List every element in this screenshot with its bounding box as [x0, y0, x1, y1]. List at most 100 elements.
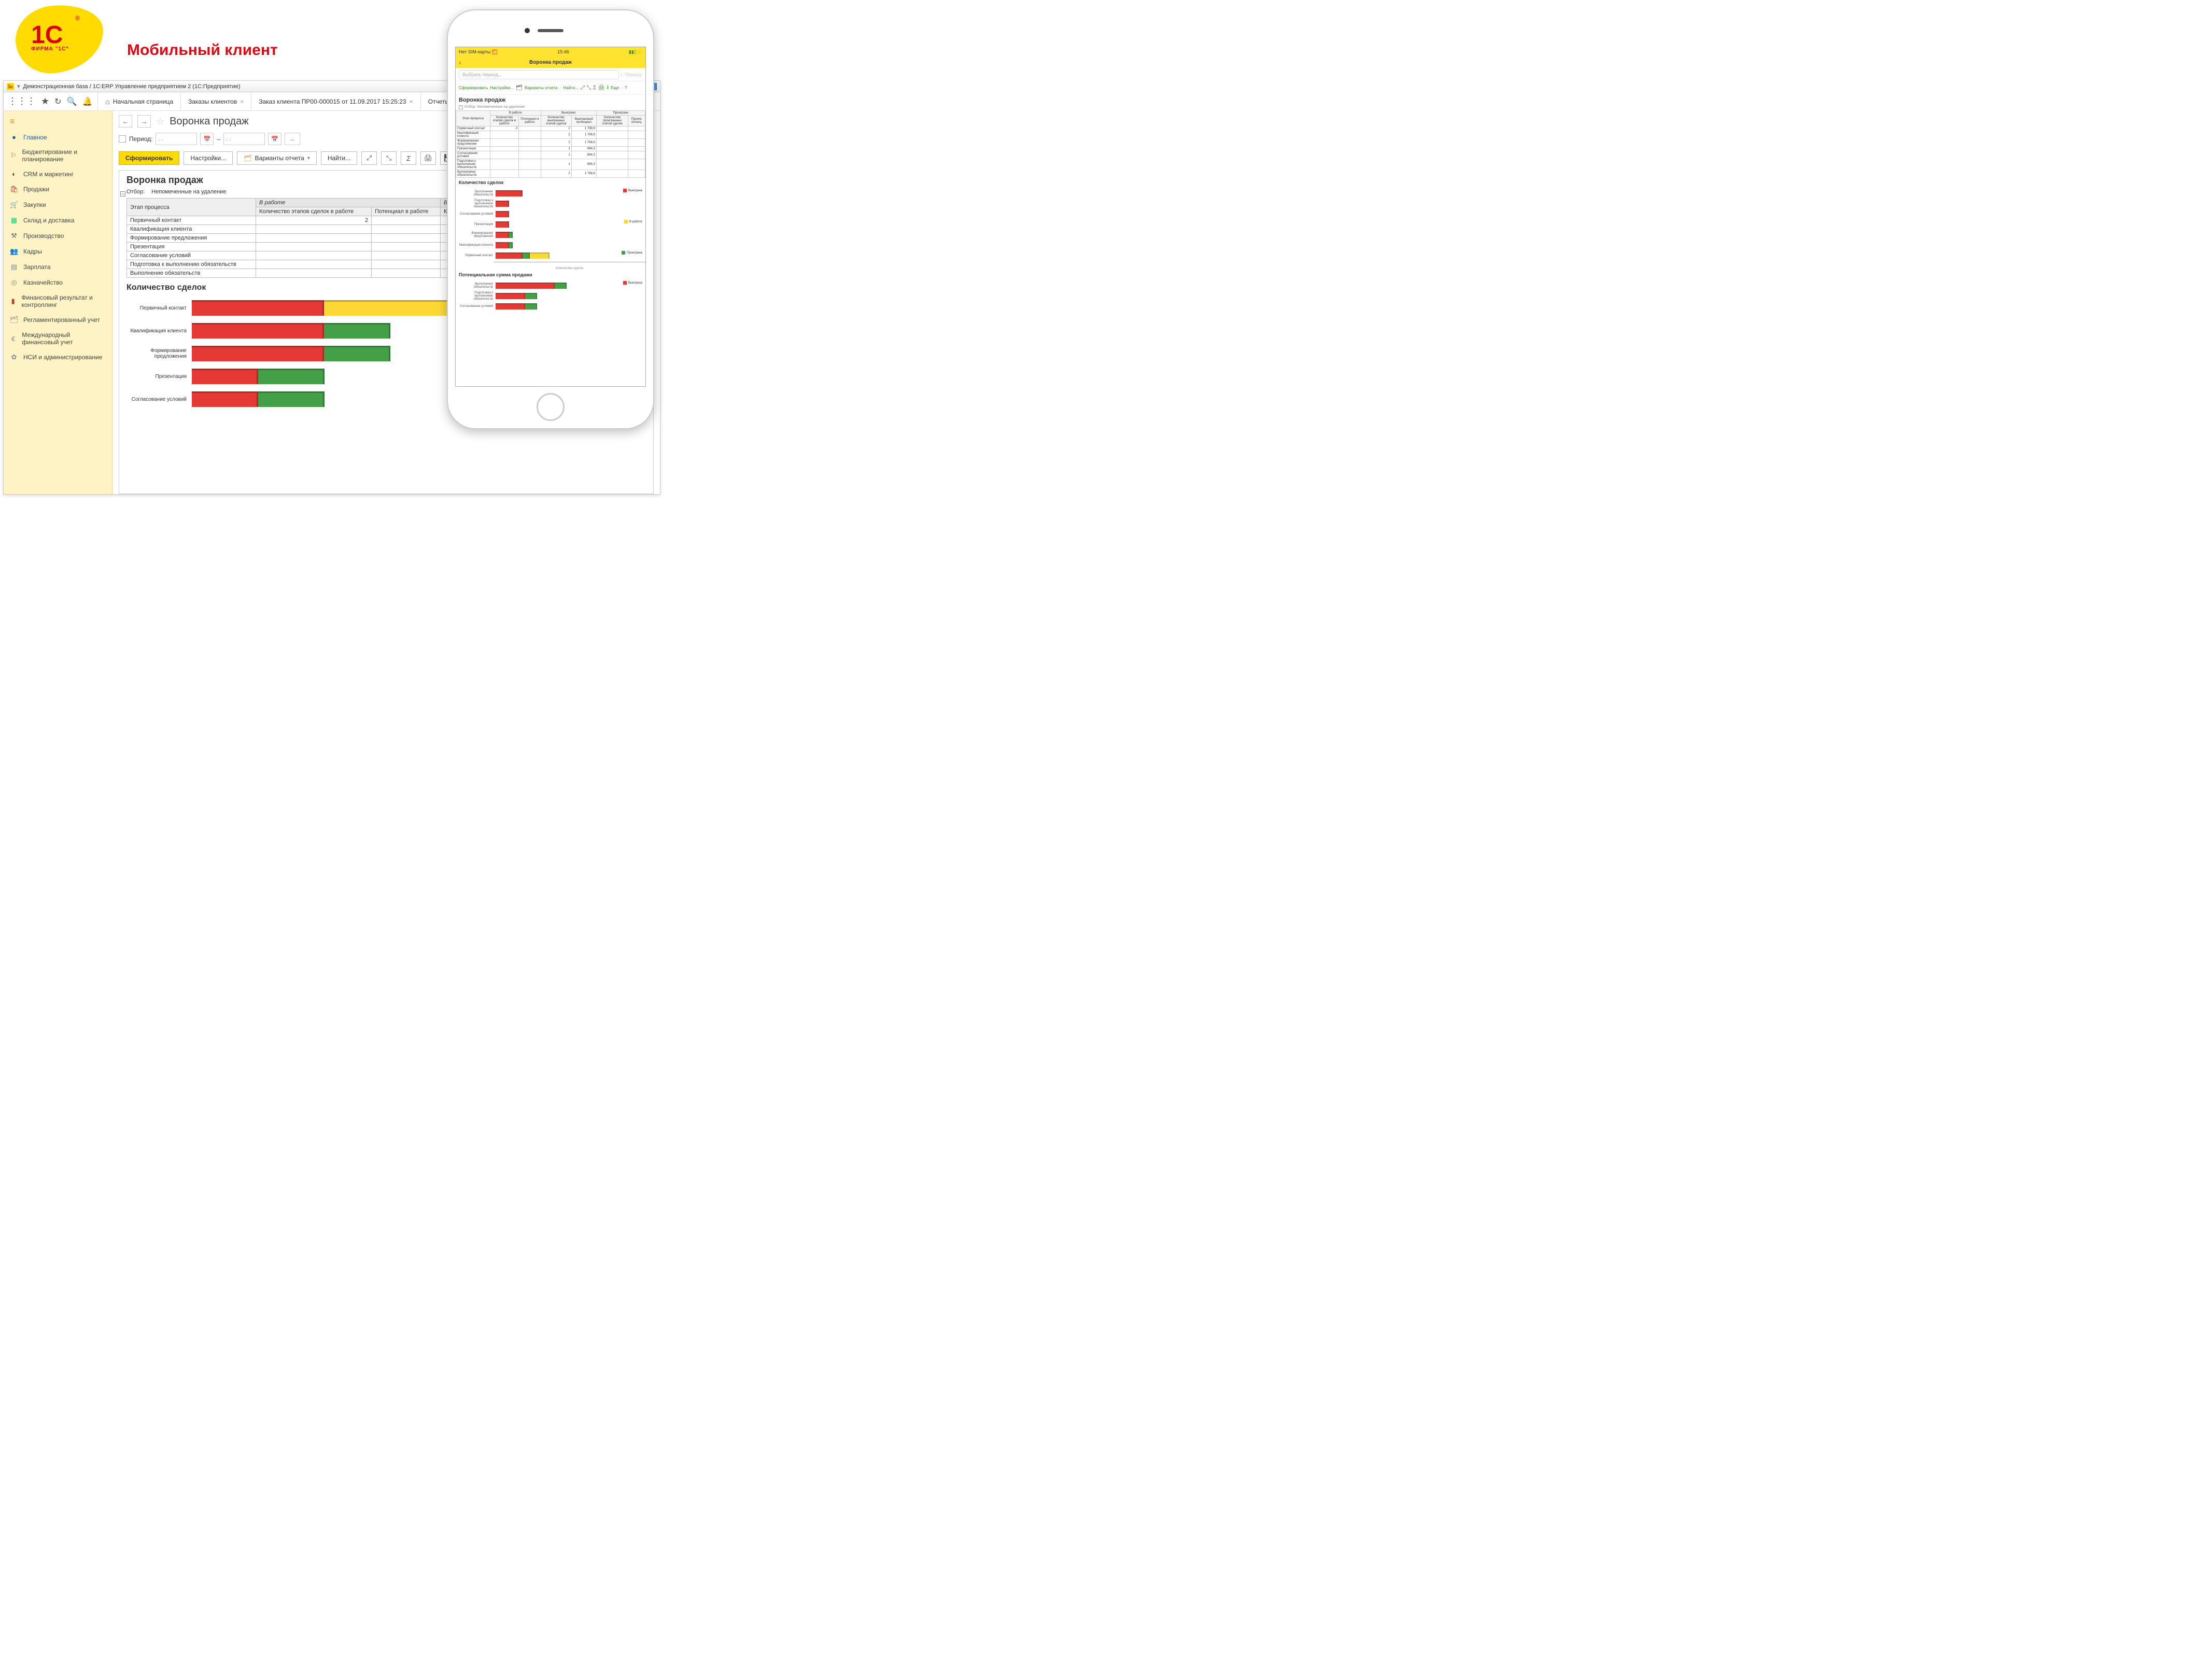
notifications-icon[interactable]: 🔔 [82, 96, 92, 107]
settings-button[interactable]: Настройки... [184, 151, 233, 165]
sidebar-item-production[interactable]: ⚒Производство [4, 228, 112, 244]
phone-deals-chart: Выполнение обязательствПодготовка к выпо… [456, 187, 645, 262]
sidebar-item-crm[interactable]: ◐CRM и маркетинг [4, 166, 112, 181]
calendar-to-button[interactable]: 📅 [268, 133, 281, 145]
gear-icon: ✿ [10, 353, 18, 361]
tab-order-detail[interactable]: Заказ клиента ПР00-000015 от 11.09.2017 … [251, 92, 420, 110]
col-stage: Этап процесса [127, 199, 256, 216]
bag-icon: 🛍 [10, 185, 18, 193]
find-button[interactable]: Найти... [321, 151, 357, 165]
bars-icon: ▮ [10, 297, 16, 305]
generate-button[interactable]: Сформировать [119, 151, 179, 165]
col-count-inwork: Количество этапов сделок в работе [256, 207, 372, 216]
phone-find-button[interactable]: Найти... [563, 86, 579, 90]
phone-generate-button[interactable]: Сформировать [459, 86, 488, 90]
phone-chart1-title: Количество сделок [456, 178, 645, 187]
favorite-star-icon[interactable]: ☆ [156, 116, 164, 127]
expand-all-button[interactable]: ⤢ [361, 151, 377, 165]
logo-1c: 1CФИРМА "1С" ® [16, 5, 119, 73]
period-from-input[interactable] [156, 133, 197, 145]
collapse-all-button[interactable]: ⤡ [381, 151, 397, 165]
forward-button[interactable]: → [137, 115, 151, 128]
home-button[interactable] [537, 393, 565, 421]
phone-action-row: Сформировать Настройки... 🗂 Варианты отч… [456, 81, 645, 95]
phone-settings-button[interactable]: Настройки... [490, 86, 514, 90]
period-checkbox[interactable] [119, 135, 126, 143]
title-dropdown-icon[interactable]: ▾ [17, 83, 20, 90]
hammer-icon: ⚒ [10, 232, 18, 240]
sidebar-item-hr[interactable]: 👥Кадры [4, 244, 112, 259]
page-title: Воронка продаж [170, 116, 248, 128]
table-row[interactable]: Формирование предложения21 768,6 [456, 139, 645, 147]
battery-icon: ▮▮▯⚡ [629, 49, 642, 55]
table-row[interactable]: Выполнение обязательств21 768,6 [456, 170, 645, 178]
period-select-button[interactable]: ... [285, 133, 300, 145]
sidebar-item-treasury[interactable]: ◎Казначейство [4, 275, 112, 290]
calendar-from-button[interactable]: 📅 [200, 133, 214, 145]
slide-title: Мобильный клиент [127, 41, 278, 59]
wifi-icon: 📶 [492, 49, 498, 54]
history-icon[interactable]: ↻ [54, 96, 61, 107]
search-icon[interactable]: 🔍 [67, 96, 77, 107]
phone-report-title: Воронка продаж [456, 95, 645, 105]
tab-home[interactable]: ⌂ Начальная страница [97, 92, 181, 110]
sum-icon[interactable]: Σ [593, 85, 596, 91]
col-potential-inwork: Потенциал в работе [372, 207, 441, 216]
sidebar-item-purchases[interactable]: 🛒Закупки [4, 197, 112, 213]
print-button[interactable]: 🖨 [420, 151, 436, 165]
home-icon: ⌂ [105, 97, 109, 106]
phone-chart2-title: Потенциальная сумма продажи [456, 270, 645, 279]
app-icon: 1c [7, 83, 14, 90]
period-to-input[interactable] [223, 133, 265, 145]
phone-potential-chart: Выполнение обязательствПодготовка к выпо… [456, 279, 645, 313]
phone-time: 15:46 [557, 49, 569, 54]
period-label: Период: [129, 135, 152, 143]
cart-icon: 🛒 [10, 201, 18, 209]
back-button[interactable]: ← [119, 115, 132, 128]
sidebar-item-reg-accounting[interactable]: 🗂Регламентированный учет [4, 312, 112, 328]
boxes-icon: ▦ [10, 216, 18, 224]
phone-help-button[interactable]: ? [625, 86, 627, 90]
tab-orders[interactable]: Заказы клиентов × [181, 92, 251, 110]
phone-status-bar: Нет SIM-карты 📶 15:46 ▮▮▯⚡ [456, 47, 645, 57]
chevron-down-icon: ▾ [307, 156, 310, 161]
phone-variants-button[interactable]: Варианты отчета [525, 86, 558, 90]
apps-icon[interactable]: ⋮⋮⋮ [8, 96, 36, 107]
variant-icon: 🗂 [244, 154, 251, 162]
sidebar-item-salary[interactable]: ▤Зарплата [4, 259, 112, 275]
save-icon[interactable]: ⭳ [607, 83, 609, 92]
phone-mockup: Нет SIM-карты 📶 15:46 ▮▮▯⚡ ‹ Воронка про… [447, 9, 654, 429]
sidebar-item-fin-result[interactable]: ▮Финансовый результат и контроллинг [4, 290, 112, 312]
sidebar-item-warehouse[interactable]: ▦Склад и доставка [4, 213, 112, 228]
hamburger-icon[interactable]: ≡ [4, 114, 112, 130]
phone-more-button[interactable]: Еще [611, 86, 619, 90]
sum-button[interactable]: Σ [401, 151, 416, 165]
table-row[interactable]: Подготовка к выполнению обязательств1884… [456, 159, 645, 170]
chevron-right-icon[interactable]: › [621, 72, 623, 77]
collapse-toggle[interactable]: − [459, 105, 463, 109]
table-row[interactable]: Согласование условий1884,3 [456, 151, 645, 159]
collapse-icon[interactable]: ⤡ [587, 85, 591, 91]
sidebar-item-sales[interactable]: 🛍Продажи [4, 181, 112, 197]
expand-icon[interactable]: ⤢ [581, 85, 585, 91]
sidebar-item-main[interactable]: ●Главное [4, 130, 112, 145]
table-row[interactable]: Квалификация клиента21 768,6 [456, 131, 645, 139]
table-row[interactable]: Первичный контакт221 768,6 [456, 126, 645, 131]
collapse-toggle[interactable]: − [120, 191, 125, 196]
table-row[interactable]: Презентация1884,3 [456, 147, 645, 151]
phone-period-input[interactable]: Выбрать период... [459, 70, 619, 79]
sidebar-item-budgeting[interactable]: ⚐Бюджетирование и планирование [4, 145, 112, 166]
print-icon[interactable]: 🖨 [598, 85, 605, 91]
favorite-icon[interactable]: ★ [41, 96, 49, 107]
sidebar-item-ifrs[interactable]: €Международный финансовый учет [4, 328, 112, 349]
safe-icon: ◎ [10, 278, 18, 287]
close-icon[interactable]: × [410, 98, 413, 105]
pie-icon: ◐ [10, 170, 18, 178]
list-icon: ▤ [10, 263, 18, 271]
back-icon[interactable]: ‹ [459, 58, 461, 66]
sidebar-item-admin[interactable]: ✿НСИ и администрирование [4, 349, 112, 365]
variants-button[interactable]: 🗂Варианты отчета▾ [237, 151, 317, 165]
variant-icon: 🗂 [516, 85, 523, 91]
close-icon[interactable]: × [240, 98, 244, 105]
phone-funnel-table: Этап процесса В работе Выиграно Проигран… [456, 110, 645, 178]
